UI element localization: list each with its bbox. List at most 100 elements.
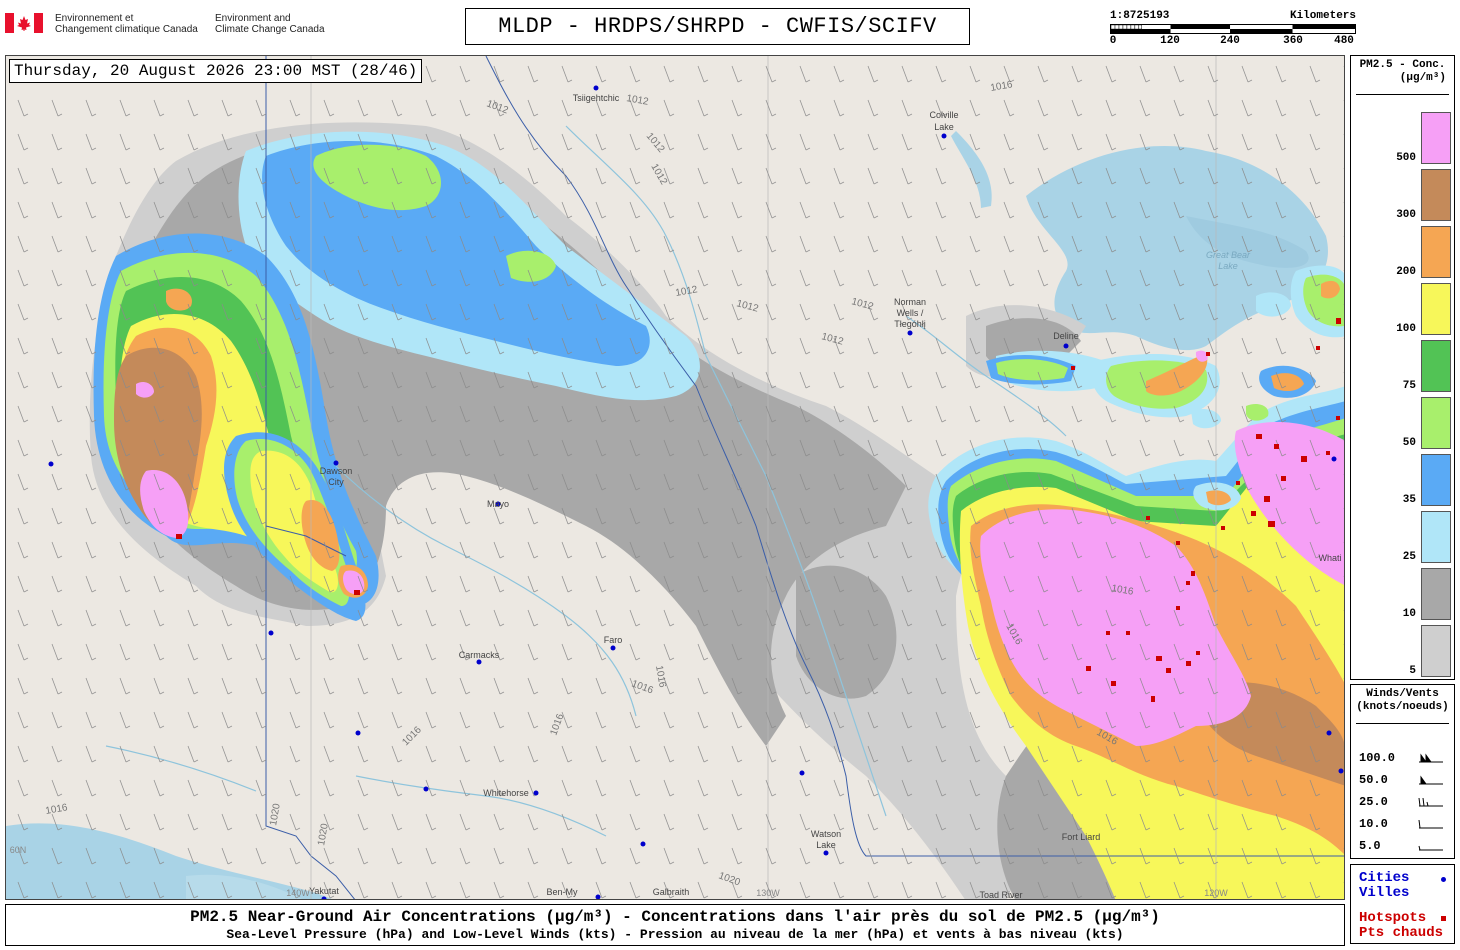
wind-barb-100-icon — [1419, 753, 1443, 763]
map-panel[interactable]: Tsiigehtchic Colville Lake Norman Wells … — [5, 55, 1345, 900]
pm25-legend-swatch — [1421, 511, 1451, 563]
city-label: Watson — [811, 829, 841, 839]
product-title: MLDP - HRDPS/SHRPD - CWFIS/SCIFV — [465, 8, 970, 45]
pm25-legend-value: 300 — [1396, 209, 1416, 221]
pm25-legend-value: 25 — [1402, 551, 1416, 563]
pm25-legend-value: 10 — [1402, 608, 1416, 620]
wind-barbs-layer — [6, 56, 1344, 899]
scale-bar: 1:8725193 Kilometers 0 120 240 360 480 — [1110, 10, 1358, 50]
graticule-label: 120W — [1204, 888, 1228, 898]
hotspots-legend-label: Hotspots Pts chauds — [1359, 911, 1443, 941]
cities-legend-line1: Cities — [1359, 870, 1410, 886]
pm25-legend-swatch — [1421, 454, 1451, 506]
scale-ratio: 1:8725193 — [1110, 10, 1170, 22]
scale-tick: 480 — [1334, 35, 1354, 47]
pm25-legend: PM2.5 - Conc. (µg/m³) 500 300 200 100 75 50 35… — [1350, 55, 1455, 680]
pm25-legend-swatch — [1421, 169, 1451, 221]
gov-fr-line2: Changement climatique Canada — [55, 24, 198, 35]
pm25-legend-swatch — [1421, 283, 1451, 335]
city-label: Wells / — [897, 308, 924, 318]
city-label: Toad River — [979, 890, 1022, 900]
city-label: Mayo — [487, 499, 509, 509]
cities-legend-label: Cities Villes — [1359, 871, 1409, 901]
cities-legend-line2: Villes — [1359, 885, 1410, 901]
pm25-legend-title-line2: (µg/m³) — [1399, 72, 1446, 84]
wind-legend-row: 50.0 — [1359, 773, 1451, 789]
pm25-legend-swatch — [1421, 226, 1451, 278]
wind-legend: Winds/Vents (knots/noeuds) 100.0 50.0 25… — [1350, 684, 1455, 859]
legend-divider — [1356, 94, 1449, 95]
lake-label: Lake — [1218, 261, 1238, 271]
scale-tick: 240 — [1220, 35, 1240, 47]
wind-barb-10-icon — [1418, 819, 1443, 829]
city-label: Ben-My — [546, 887, 578, 897]
wind-barb-25-icon — [1418, 797, 1443, 807]
pm25-legend-swatch — [1421, 340, 1451, 392]
pm25-legend-value: 100 — [1396, 323, 1416, 335]
city-label: Lake — [934, 122, 954, 132]
scale-tick: 120 — [1160, 35, 1180, 47]
city-label: Lake — [816, 840, 836, 850]
graticule-label: 130W — [756, 888, 780, 898]
government-name-french: Environnement et Changement climatique C… — [55, 13, 198, 35]
city-label: Yakutat — [309, 886, 339, 896]
map-canvas[interactable]: Tsiigehtchic Colville Lake Norman Wells … — [6, 56, 1345, 900]
city-label: Tsiigehtchic — [573, 93, 620, 103]
wind-legend-row: 10.0 — [1359, 817, 1451, 833]
footer-caption: PM2.5 Near-Ground Air Concentrations (µg… — [5, 904, 1345, 946]
wind-speed-value: 10.0 — [1359, 817, 1388, 831]
city-label: Deline — [1053, 331, 1079, 341]
pm25-legend-swatch — [1421, 625, 1451, 677]
pm25-legend-value: 200 — [1396, 266, 1416, 278]
wind-speed-value: 100.0 — [1359, 751, 1396, 765]
city-label: Carmacks — [459, 650, 500, 660]
city-label: Faro — [604, 635, 623, 645]
gov-fr-line1: Environnement et — [55, 13, 134, 24]
lake-label: Great Bear — [1206, 250, 1251, 260]
wind-speed-value: 25.0 — [1359, 795, 1388, 809]
scale-bar-graphic — [1110, 24, 1356, 34]
city-label: Norman — [894, 297, 926, 307]
city-marker-icon — [1441, 877, 1446, 882]
header: Environnement et Changement climatique C… — [0, 0, 1460, 52]
city-label: Whati — [1318, 553, 1341, 563]
hotspots-legend-line2: Pts chauds — [1359, 925, 1444, 941]
city-label: Tłegóhłį — [894, 319, 926, 329]
pm25-legend-swatch — [1421, 568, 1451, 620]
gov-en-line1: Environment and — [215, 13, 291, 24]
wind-legend-row: 100.0 — [1359, 751, 1451, 767]
city-label: Fort Liard — [1062, 832, 1101, 842]
points-legend: Cities Villes Hotspots Pts chauds — [1350, 864, 1455, 944]
hotspot-marker-icon — [1441, 916, 1446, 921]
pm25-legend-title: PM2.5 - Conc. (µg/m³) — [1351, 59, 1454, 85]
city-label: Dawson — [320, 466, 353, 476]
wind-barb-5-icon — [1418, 845, 1443, 851]
city-label: Galbraith — [653, 887, 690, 897]
hotspots-legend-line1: Hotspots — [1359, 910, 1427, 926]
scale-tick: 360 — [1283, 35, 1303, 47]
pm25-legend-swatch — [1421, 397, 1451, 449]
pm25-legend-value: 35 — [1402, 494, 1416, 506]
pm25-legend-value: 5 — [1409, 665, 1416, 677]
canada-flag-icon — [5, 13, 43, 33]
city-label: Colville — [929, 110, 958, 120]
city-label: Whitehorse — [483, 788, 529, 798]
wind-barb-50-icon — [1419, 775, 1443, 785]
scale-tick: 0 — [1109, 35, 1117, 47]
wind-legend-title-line2: (knots/noeuds) — [1356, 701, 1449, 713]
footer-title: PM2.5 Near-Ground Air Concentrations (µg… — [190, 908, 1160, 926]
forecast-timestamp: Thursday, 20 August 2026 23:00 MST (28/4… — [9, 59, 423, 83]
footer-subtitle: Sea-Level Pressure (hPa) and Low-Level W… — [226, 927, 1124, 942]
wind-legend-title-line1: Winds/Vents — [1366, 688, 1439, 700]
wind-speed-value: 50.0 — [1359, 773, 1388, 787]
government-name-english: Environment and Climate Change Canada — [215, 13, 325, 35]
pm25-legend-value: 500 — [1396, 152, 1416, 164]
graticule-label: 60N — [10, 845, 27, 855]
pm25-legend-value: 75 — [1402, 380, 1416, 392]
wind-legend-row: 25.0 — [1359, 795, 1451, 811]
wind-legend-title: Winds/Vents (knots/noeuds) — [1351, 688, 1454, 714]
scale-unit: Kilometers — [1289, 10, 1356, 22]
wind-speed-value: 5.0 — [1359, 839, 1381, 853]
city-label: City — [328, 477, 344, 487]
gov-en-line2: Climate Change Canada — [215, 24, 325, 35]
